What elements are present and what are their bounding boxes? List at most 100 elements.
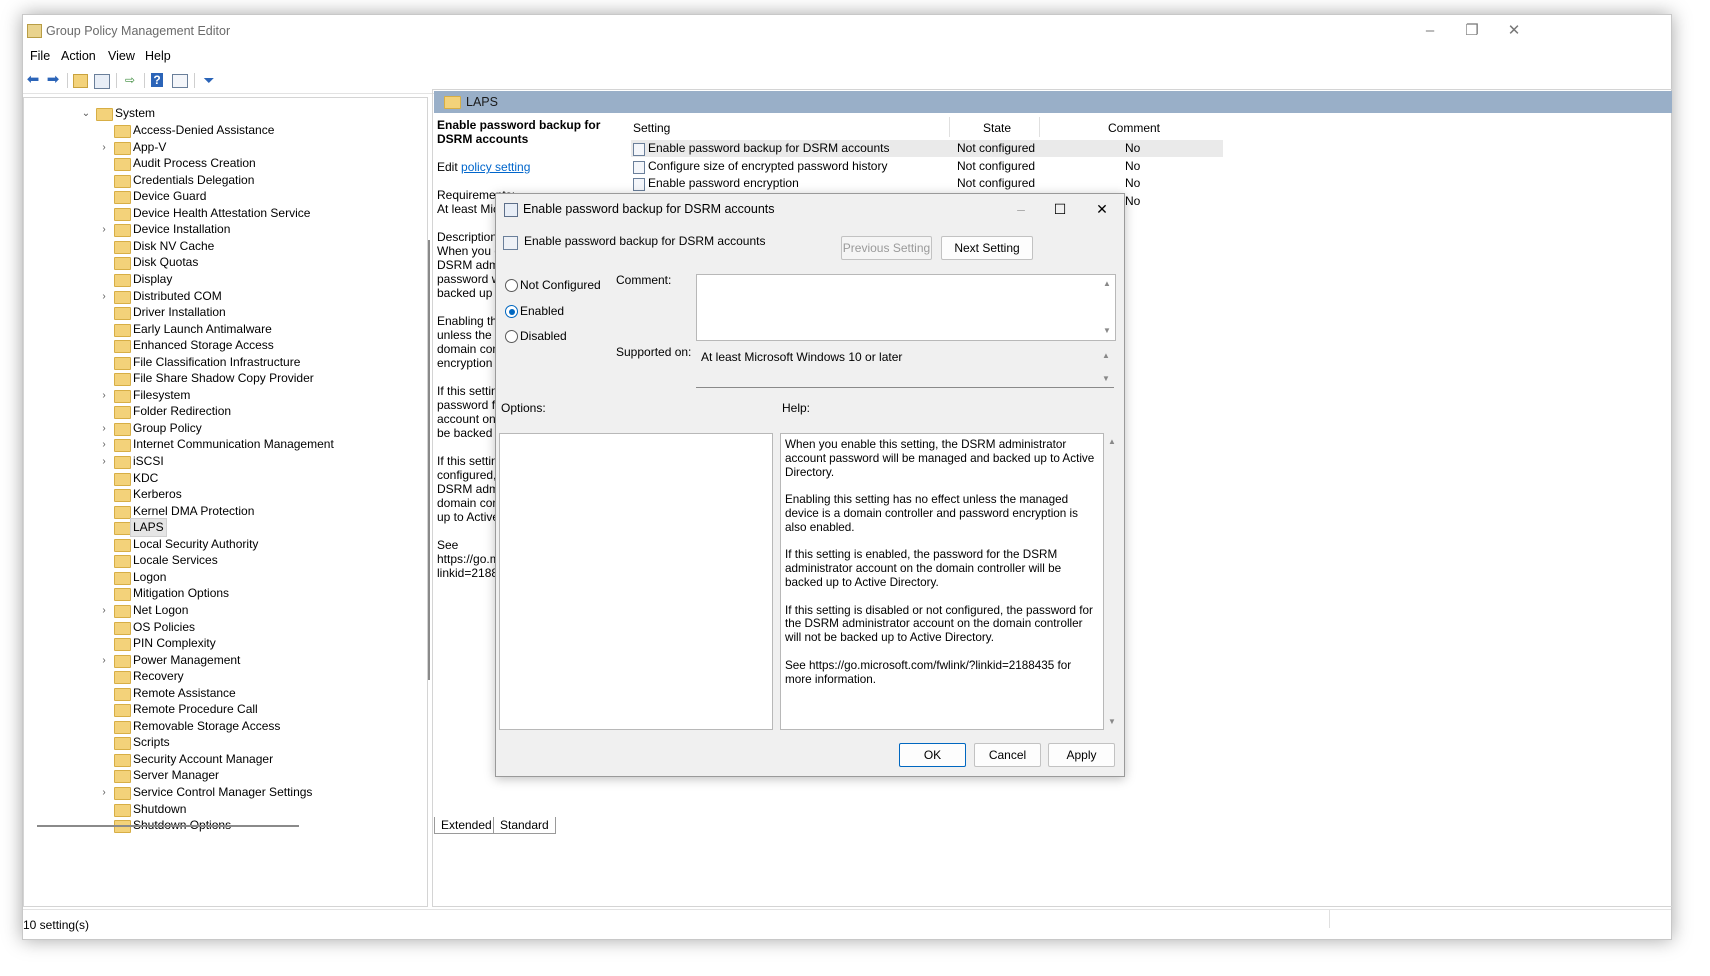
chevron-right-icon[interactable]: ›: [98, 420, 110, 437]
setting-comment: No: [1125, 158, 1141, 173]
folder-icon: [114, 456, 131, 469]
help-paragraph: Enabling this setting has no effect unle…: [785, 493, 1078, 534]
setting-comment: No: [1125, 193, 1141, 208]
chevron-right-icon[interactable]: ›: [98, 652, 110, 669]
tree-item-label: Kernel DMA Protection: [133, 503, 255, 518]
folder-icon: [114, 671, 131, 685]
status-bar: 10 setting(s): [23, 909, 1671, 940]
tree-item-label: Group Policy: [133, 420, 202, 435]
properties-icon[interactable]: [172, 74, 188, 88]
scroll-up-icon[interactable]: ▲: [1108, 437, 1116, 446]
setting-row[interactable]: Enable password encryption Not configured…: [631, 175, 1223, 192]
help-paragraph: If this setting is enabled, the password…: [785, 548, 1062, 589]
setting-icon: [503, 236, 518, 250]
scroll-up-icon[interactable]: ▲: [1102, 351, 1110, 360]
folder-icon: [114, 141, 131, 155]
folder-icon: [114, 125, 131, 138]
help-icon[interactable]: ?: [151, 73, 163, 87]
tree-horizontal-scrollbar[interactable]: [37, 825, 299, 827]
tree-item-label: Filesystem: [133, 387, 191, 402]
chevron-right-icon[interactable]: ›: [98, 784, 110, 801]
folder-icon: [114, 389, 131, 403]
radio-not-configured[interactable]: [505, 279, 518, 292]
tree-vertical-scrollbar[interactable]: [428, 240, 430, 680]
radio-disabled[interactable]: [505, 330, 518, 343]
radio-disabled-label[interactable]: Disabled: [520, 329, 567, 343]
chevron-right-icon[interactable]: ›: [98, 288, 110, 305]
radio-enabled-label[interactable]: Enabled: [520, 304, 564, 318]
chevron-right-icon[interactable]: ›: [98, 436, 110, 453]
tree-item-label: Disk NV Cache: [133, 238, 215, 253]
folder-icon: [114, 224, 131, 238]
tree-item-label: LAPS: [130, 518, 167, 538]
column-header-state[interactable]: State: [983, 121, 1011, 140]
chevron-right-icon[interactable]: ›: [98, 602, 110, 619]
tree-item-label: Access-Denied Assistance: [133, 123, 275, 137]
scroll-down-icon[interactable]: ▼: [1103, 326, 1111, 335]
filter-icon[interactable]: ⏷: [201, 72, 217, 88]
dialog-minimize-button[interactable]: –: [1008, 199, 1034, 219]
dialog-close-button[interactable]: ✕: [1089, 199, 1115, 219]
tree-item-label: File Share Shadow Copy Provider: [133, 371, 314, 386]
tab-standard[interactable]: Standard: [493, 817, 556, 834]
column-header-comment[interactable]: Comment: [1108, 121, 1160, 140]
tree-item-label: iSCSI: [133, 454, 164, 468]
folder-icon: [114, 770, 131, 784]
tree-item-label: Mitigation Options: [133, 586, 230, 601]
setting-row[interactable]: Enable password backup for DSRM accounts…: [631, 140, 1223, 157]
ok-button[interactable]: OK: [899, 743, 966, 767]
folder-icon: [114, 290, 131, 304]
supported-on-value: At least Microsoft Windows 10 or later: [701, 350, 903, 364]
tree-item-label: Device Health Attestation Service: [133, 205, 311, 220]
export-icon[interactable]: ⇨: [122, 72, 138, 88]
menu-file[interactable]: File: [30, 49, 50, 63]
comment-textarea[interactable]: ▲ ▼: [696, 274, 1116, 341]
minimize-button[interactable]: –: [1415, 21, 1445, 41]
dialog-maximize-button[interactable]: ☐: [1047, 199, 1073, 219]
folder-icon: [114, 588, 131, 602]
previous-setting-button[interactable]: Previous Setting: [841, 236, 932, 260]
scroll-down-icon[interactable]: ▼: [1102, 374, 1110, 383]
forward-icon[interactable]: ➡: [45, 72, 61, 88]
chevron-down-icon[interactable]: ⌄: [80, 105, 92, 122]
next-setting-button[interactable]: Next Setting: [941, 236, 1033, 260]
menu-action[interactable]: Action: [61, 49, 96, 63]
tab-extended[interactable]: Extended: [434, 817, 499, 834]
folder-icon: [114, 803, 131, 817]
chevron-right-icon[interactable]: ›: [98, 387, 110, 404]
cancel-button[interactable]: Cancel: [974, 743, 1041, 767]
folder-icon: [114, 191, 131, 205]
scroll-up-icon[interactable]: ▲: [1103, 279, 1111, 288]
chevron-right-icon[interactable]: ›: [98, 221, 110, 238]
tree-item-label: Internet Communication Management: [133, 437, 334, 452]
tree-item-label: Distributed COM: [133, 288, 222, 303]
setting-comment: No: [1125, 141, 1141, 155]
menu-help[interactable]: Help: [145, 49, 171, 63]
help-paragraph: See https://go.microsoft.com/fwlink/?lin…: [785, 658, 1072, 686]
setting-row[interactable]: Configure size of encrypted password his…: [631, 158, 1223, 175]
close-button[interactable]: ✕: [1499, 21, 1529, 41]
edit-policy-line: Edit policy setting: [437, 160, 617, 174]
folder-icon: [114, 555, 131, 569]
tree-item-label: Kerberos: [133, 487, 182, 502]
up-folder-icon[interactable]: [73, 74, 88, 88]
tree-item-label: Audit Process Creation: [133, 156, 256, 171]
folder-icon: [114, 737, 131, 751]
column-header-setting[interactable]: Setting: [633, 121, 670, 140]
show-hide-tree-icon[interactable]: [94, 74, 110, 89]
radio-not-configured-label[interactable]: Not Configured: [520, 278, 601, 292]
radio-enabled[interactable]: [505, 305, 518, 318]
help-label: Help:: [782, 401, 811, 415]
scroll-down-icon[interactable]: ▼: [1108, 717, 1116, 726]
policy-setting-link[interactable]: policy setting: [461, 160, 530, 174]
dialog-title: Enable password backup for DSRM accounts: [523, 202, 775, 216]
chevron-right-icon[interactable]: ›: [98, 453, 110, 470]
back-icon[interactable]: ⬅: [25, 72, 41, 88]
tree-item-label: Device Installation: [133, 222, 231, 237]
folder-icon: [96, 108, 113, 121]
menu-view[interactable]: View: [108, 49, 135, 63]
folder-icon: [114, 720, 131, 734]
restore-button[interactable]: ❐: [1457, 21, 1487, 41]
apply-button[interactable]: Apply: [1048, 743, 1115, 767]
chevron-right-icon[interactable]: ›: [98, 139, 110, 156]
